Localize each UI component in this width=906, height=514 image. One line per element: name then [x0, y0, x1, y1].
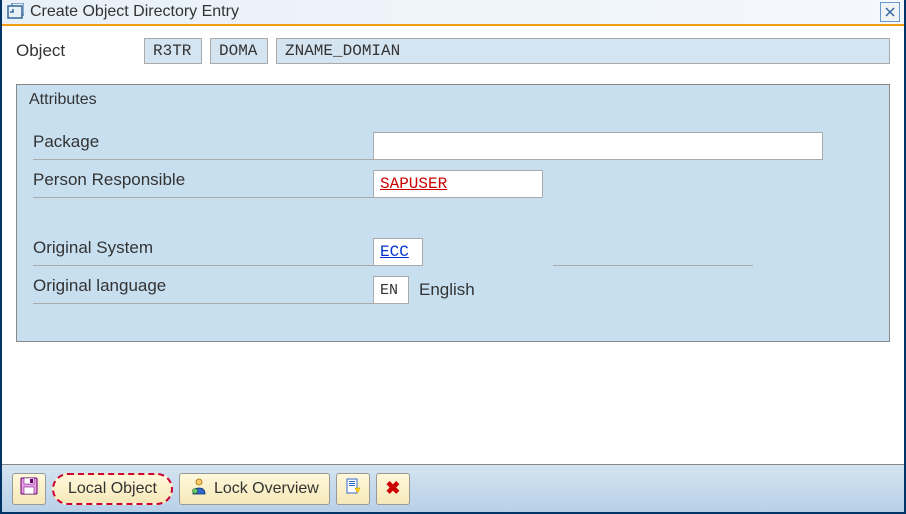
attributes-panel: Attributes Package Person Responsible Or…: [16, 84, 890, 342]
object-type1-field: R3TR: [144, 38, 202, 64]
cancel-button[interactable]: ✖: [376, 473, 410, 505]
content-area: Object R3TR DOMA ZNAME_DOMIAN Attributes…: [2, 26, 904, 354]
package-label: Package: [33, 132, 373, 160]
language-label: Original language: [33, 276, 373, 304]
lock-overview-button[interactable]: Lock Overview: [179, 473, 330, 505]
person-icon: [190, 477, 208, 500]
object-type2-field: DOMA: [210, 38, 268, 64]
save-icon: [20, 477, 38, 500]
button-bar: Local Object Lock Overview ✖: [2, 464, 904, 512]
close-icon: ✖: [385, 478, 400, 499]
lock-overview-label: Lock Overview: [214, 480, 319, 498]
window-title: Create Object Directory Entry: [30, 3, 880, 21]
person-row: Person Responsible: [33, 167, 873, 201]
system-label: Original System: [33, 238, 373, 266]
titlebar: Create Object Directory Entry: [2, 0, 904, 26]
local-object-label: Local Object: [68, 480, 157, 498]
tab-attributes[interactable]: Attributes: [19, 85, 114, 115]
close-button[interactable]: [880, 2, 900, 22]
person-label: Person Responsible: [33, 170, 373, 198]
package-input[interactable]: [373, 132, 823, 160]
language-code: EN: [373, 276, 409, 304]
object-row: Object R3TR DOMA ZNAME_DOMIAN: [16, 38, 890, 64]
package-row: Package: [33, 129, 873, 163]
document-icon: [345, 478, 361, 499]
dialog-window: Create Object Directory Entry Object R3T…: [0, 0, 906, 514]
document-button[interactable]: [336, 473, 370, 505]
system-row: Original System ECC: [33, 235, 873, 269]
attributes-content: Package Person Responsible Original Syst…: [17, 115, 889, 341]
local-object-button[interactable]: Local Object: [52, 473, 173, 505]
save-button[interactable]: [12, 473, 46, 505]
language-text: English: [419, 280, 475, 300]
object-label: Object: [16, 41, 136, 61]
window-icon: [6, 3, 24, 21]
object-name-field: ZNAME_DOMIAN: [276, 38, 890, 64]
tab-header: Attributes: [17, 85, 889, 115]
person-input[interactable]: [373, 170, 543, 198]
system-value[interactable]: ECC: [373, 238, 423, 266]
language-row: Original language EN English: [33, 273, 873, 307]
trailing-line: [553, 238, 753, 266]
